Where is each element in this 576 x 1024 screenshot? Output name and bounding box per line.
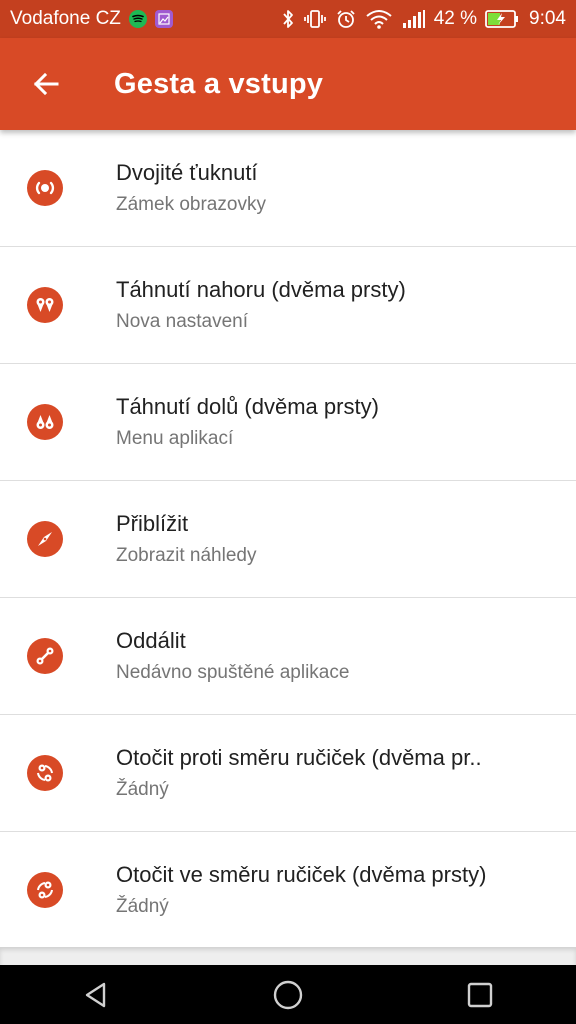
clock-time: 9:04 <box>529 8 566 29</box>
gallery-icon <box>154 10 173 28</box>
list-item-subtitle: Menu aplikací <box>116 428 234 449</box>
list-item-text: Táhnutí nahoru (dvěma prsty) Nova nastav… <box>116 276 556 334</box>
list-item-title: Táhnutí nahoru (dvěma prsty) <box>116 277 406 302</box>
back-button[interactable] <box>22 60 70 108</box>
list-item-subtitle: Nedávno spuštěné aplikace <box>116 662 350 683</box>
battery-charging-icon <box>485 10 519 28</box>
arrow-left-icon <box>33 72 59 96</box>
list-item-text: Otočit ve směru ručiček (dvěma prsty) Žá… <box>116 861 556 919</box>
list-item-title: Otočit ve směru ručiček (dvěma prsty) <box>116 862 487 887</box>
back-triangle-icon <box>85 982 106 1007</box>
list-item-text: Přiblížit Zobrazit náhledy <box>116 510 556 568</box>
navigation-bar <box>0 965 576 1024</box>
page-title: Gesta a vstupy <box>114 67 324 100</box>
home-circle-icon <box>273 980 303 1009</box>
list-item-text: Dvojité ťuknutí Zámek obrazovky <box>116 159 556 217</box>
rotate-clockwise-icon <box>27 872 63 908</box>
list-item-title: Otočit proti směru ručiček (dvěma pr.. <box>116 745 482 770</box>
list-item-title: Dvojité ťuknutí <box>116 160 258 185</box>
vibrate-icon <box>303 9 326 29</box>
nav-home-button[interactable] <box>256 970 320 1020</box>
list-end-divider <box>0 947 576 965</box>
list-item-text: Oddálit Nedávno spuštěné aplikace <box>116 627 556 685</box>
list-item-pinch-out[interactable]: Přiblížit Zobrazit náhledy <box>0 481 576 598</box>
list-item-subtitle: Nova nastavení <box>116 311 249 332</box>
list-item-rotate-counterclockwise[interactable]: Otočit proti směru ručiček (dvěma pr.. Ž… <box>0 715 576 832</box>
status-right: 42 % 9:04 <box>272 8 576 30</box>
rotate-counterclockwise-icon <box>27 755 63 791</box>
list-item-subtitle: Žádný <box>116 896 169 917</box>
list-item-title: Přiblížit <box>116 511 189 536</box>
pinch-out-icon <box>27 521 63 557</box>
list-item-text: Táhnutí dolů (dvěma prsty) Menu aplikací <box>116 393 556 451</box>
wifi-icon <box>366 9 392 29</box>
two-finger-swipe-down-icon <box>27 404 63 440</box>
two-finger-swipe-up-icon <box>27 287 63 323</box>
carrier-name: Vodafone CZ <box>10 8 121 29</box>
list-item-pinch-in[interactable]: Oddálit Nedávno spuštěné aplikace <box>0 598 576 715</box>
list-item-two-finger-swipe-down[interactable]: Táhnutí dolů (dvěma prsty) Menu aplikací <box>0 364 576 481</box>
list-item-subtitle: Zobrazit náhledy <box>116 545 257 566</box>
list-item-title: Oddálit <box>116 628 186 653</box>
list-item-double-tap[interactable]: Dvojité ťuknutí Zámek obrazovky <box>0 130 576 247</box>
signal-icon <box>402 9 426 29</box>
list-item-two-finger-swipe-up[interactable]: Táhnutí nahoru (dvěma prsty) Nova nastav… <box>0 247 576 364</box>
nav-back-button[interactable] <box>64 970 128 1020</box>
alarm-icon <box>336 9 356 29</box>
nav-recents-button[interactable] <box>448 970 512 1020</box>
gesture-list: Dvojité ťuknutí Zámek obrazovky Táhnutí … <box>0 130 576 949</box>
spotify-icon <box>128 10 147 28</box>
recents-square-icon <box>467 982 493 1007</box>
status-left: Vodafone CZ <box>0 8 173 30</box>
list-item-subtitle: Zámek obrazovky <box>116 194 266 215</box>
double-tap-icon <box>27 170 63 206</box>
pinch-in-icon <box>27 638 63 674</box>
list-item-text: Otočit proti směru ručiček (dvěma pr.. Ž… <box>116 744 556 802</box>
app-bar: Gesta a vstupy <box>0 38 576 130</box>
list-item-title: Táhnutí dolů (dvěma prsty) <box>116 394 379 419</box>
bluetooth-icon <box>282 9 294 29</box>
battery-percent: 42 % <box>433 8 478 29</box>
status-bar: Vodafone CZ 42 % 9:04 <box>0 0 576 38</box>
list-item-rotate-clockwise[interactable]: Otočit ve směru ručiček (dvěma prsty) Žá… <box>0 832 576 949</box>
list-item-subtitle: Žádný <box>116 779 169 800</box>
